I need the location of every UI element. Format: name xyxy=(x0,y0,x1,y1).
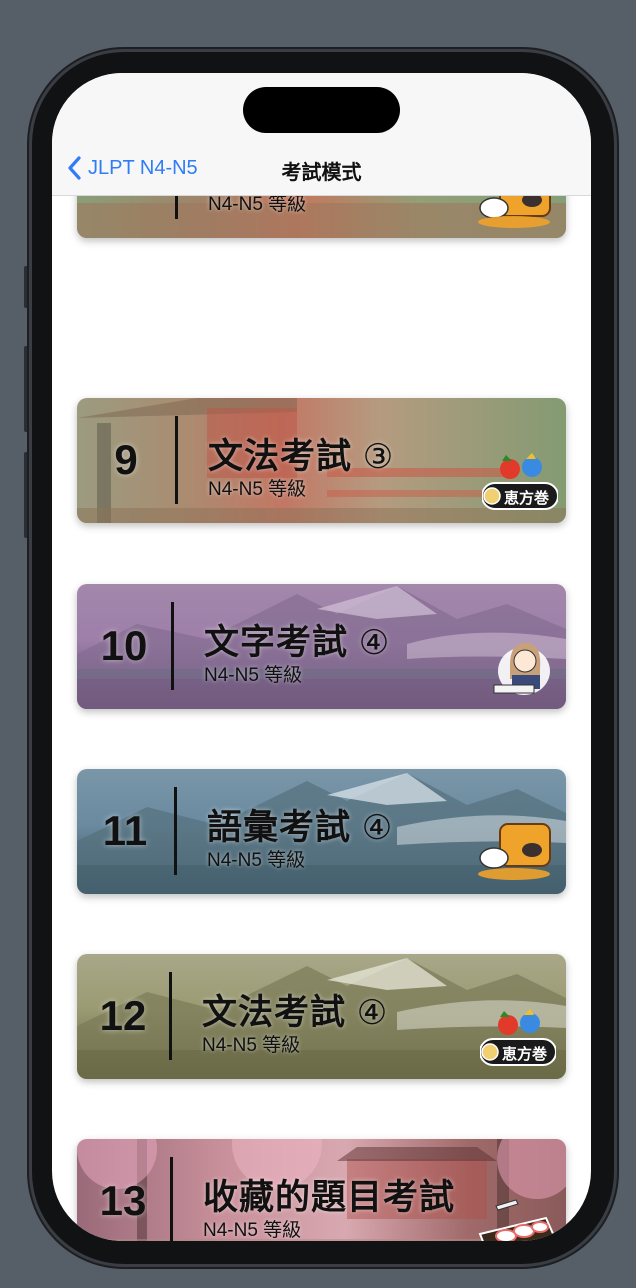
sushi-sticker xyxy=(478,1199,556,1241)
dynamic-island xyxy=(243,87,400,133)
card-divider xyxy=(170,1157,173,1241)
card-divider xyxy=(169,972,172,1060)
exam-card-10[interactable]: 10 文字考試 ④ N4-N5 等級 xyxy=(77,584,566,709)
exam-title-text: 文法考試 xyxy=(202,993,347,1032)
exam-part-badge: ④ xyxy=(361,809,394,847)
exam-number: 10 xyxy=(100,622,148,669)
exam-level: N4-N5 等級 xyxy=(208,479,307,500)
exam-number: 11 xyxy=(102,807,148,854)
exam-title-text: 文字考試 xyxy=(204,623,349,662)
ehomaki-sticker-text: 恵方巻 xyxy=(502,1046,548,1063)
bread-bunny-sticker xyxy=(478,823,551,880)
card-divider xyxy=(175,196,178,219)
exam-part-badge: ④ xyxy=(358,624,391,662)
exam-card-9[interactable]: 9 文法考試 ③ N4-N5 等級 恵方巻 xyxy=(77,398,566,523)
exam-part-badge: ④ xyxy=(356,994,389,1032)
card-divider xyxy=(171,602,174,690)
exam-card-11[interactable]: 11 語彙考試 ④ N4-N5 等級 xyxy=(77,769,566,894)
studying-girl-sticker xyxy=(493,642,550,695)
volume-down-button xyxy=(24,452,31,538)
exam-card-12[interactable]: 12 文法考試 ④ N4-N5 等級 恵方巻 xyxy=(77,954,566,1079)
exam-title-text: 語彙考試 xyxy=(207,808,352,847)
silent-switch xyxy=(24,266,31,308)
exam-number: 8 xyxy=(77,196,175,199)
exam-title-text: 文法考試 xyxy=(208,437,353,476)
exam-list[interactable]: 8 N4-N5 等級 9 xyxy=(52,196,591,1241)
exam-part-badge: ③ xyxy=(362,438,395,476)
exam-title-text: 收藏的題目考試 xyxy=(203,1178,456,1217)
ehomaki-sticker: 恵方巻 xyxy=(480,1009,556,1067)
bread-bunny-sticker xyxy=(478,196,551,228)
exam-title: 文法考試 ③ xyxy=(208,428,394,479)
exam-card-8[interactable]: 8 N4-N5 等級 xyxy=(77,196,566,238)
exam-number: 13 xyxy=(99,1177,147,1224)
exam-title: 文字考試 ④ xyxy=(204,614,390,665)
exam-number: 9 xyxy=(114,436,138,483)
exam-level: N4-N5 等級 xyxy=(207,850,306,871)
exam-level: N4-N5 等級 xyxy=(202,1035,301,1056)
card-divider xyxy=(175,416,178,504)
ehomaki-sticker: 恵方巻 xyxy=(482,453,558,511)
exam-number: 12 xyxy=(99,992,147,1039)
ehomaki-sticker-text: 恵方巻 xyxy=(504,490,550,507)
exam-level: N4-N5 等級 xyxy=(204,665,303,686)
exam-card-13[interactable]: 13 收藏的題目考試 N4-N5 等級 xyxy=(77,1139,566,1241)
exam-level: N4-N5 等級 xyxy=(203,1220,302,1241)
page-title: 考試模式 xyxy=(281,162,362,184)
phone-screen: JLPT N4-N5 考試模式 8 N4-N5 等級 xyxy=(52,73,591,1241)
exam-level: N4-N5 等級 xyxy=(208,196,307,215)
exam-title: 文法考試 ④ xyxy=(202,984,388,1035)
exam-title: 收藏的題目考試 xyxy=(203,1169,455,1220)
exam-title: 語彙考試 ④ xyxy=(207,799,393,850)
card-divider xyxy=(174,787,177,875)
volume-up-button xyxy=(24,346,31,432)
